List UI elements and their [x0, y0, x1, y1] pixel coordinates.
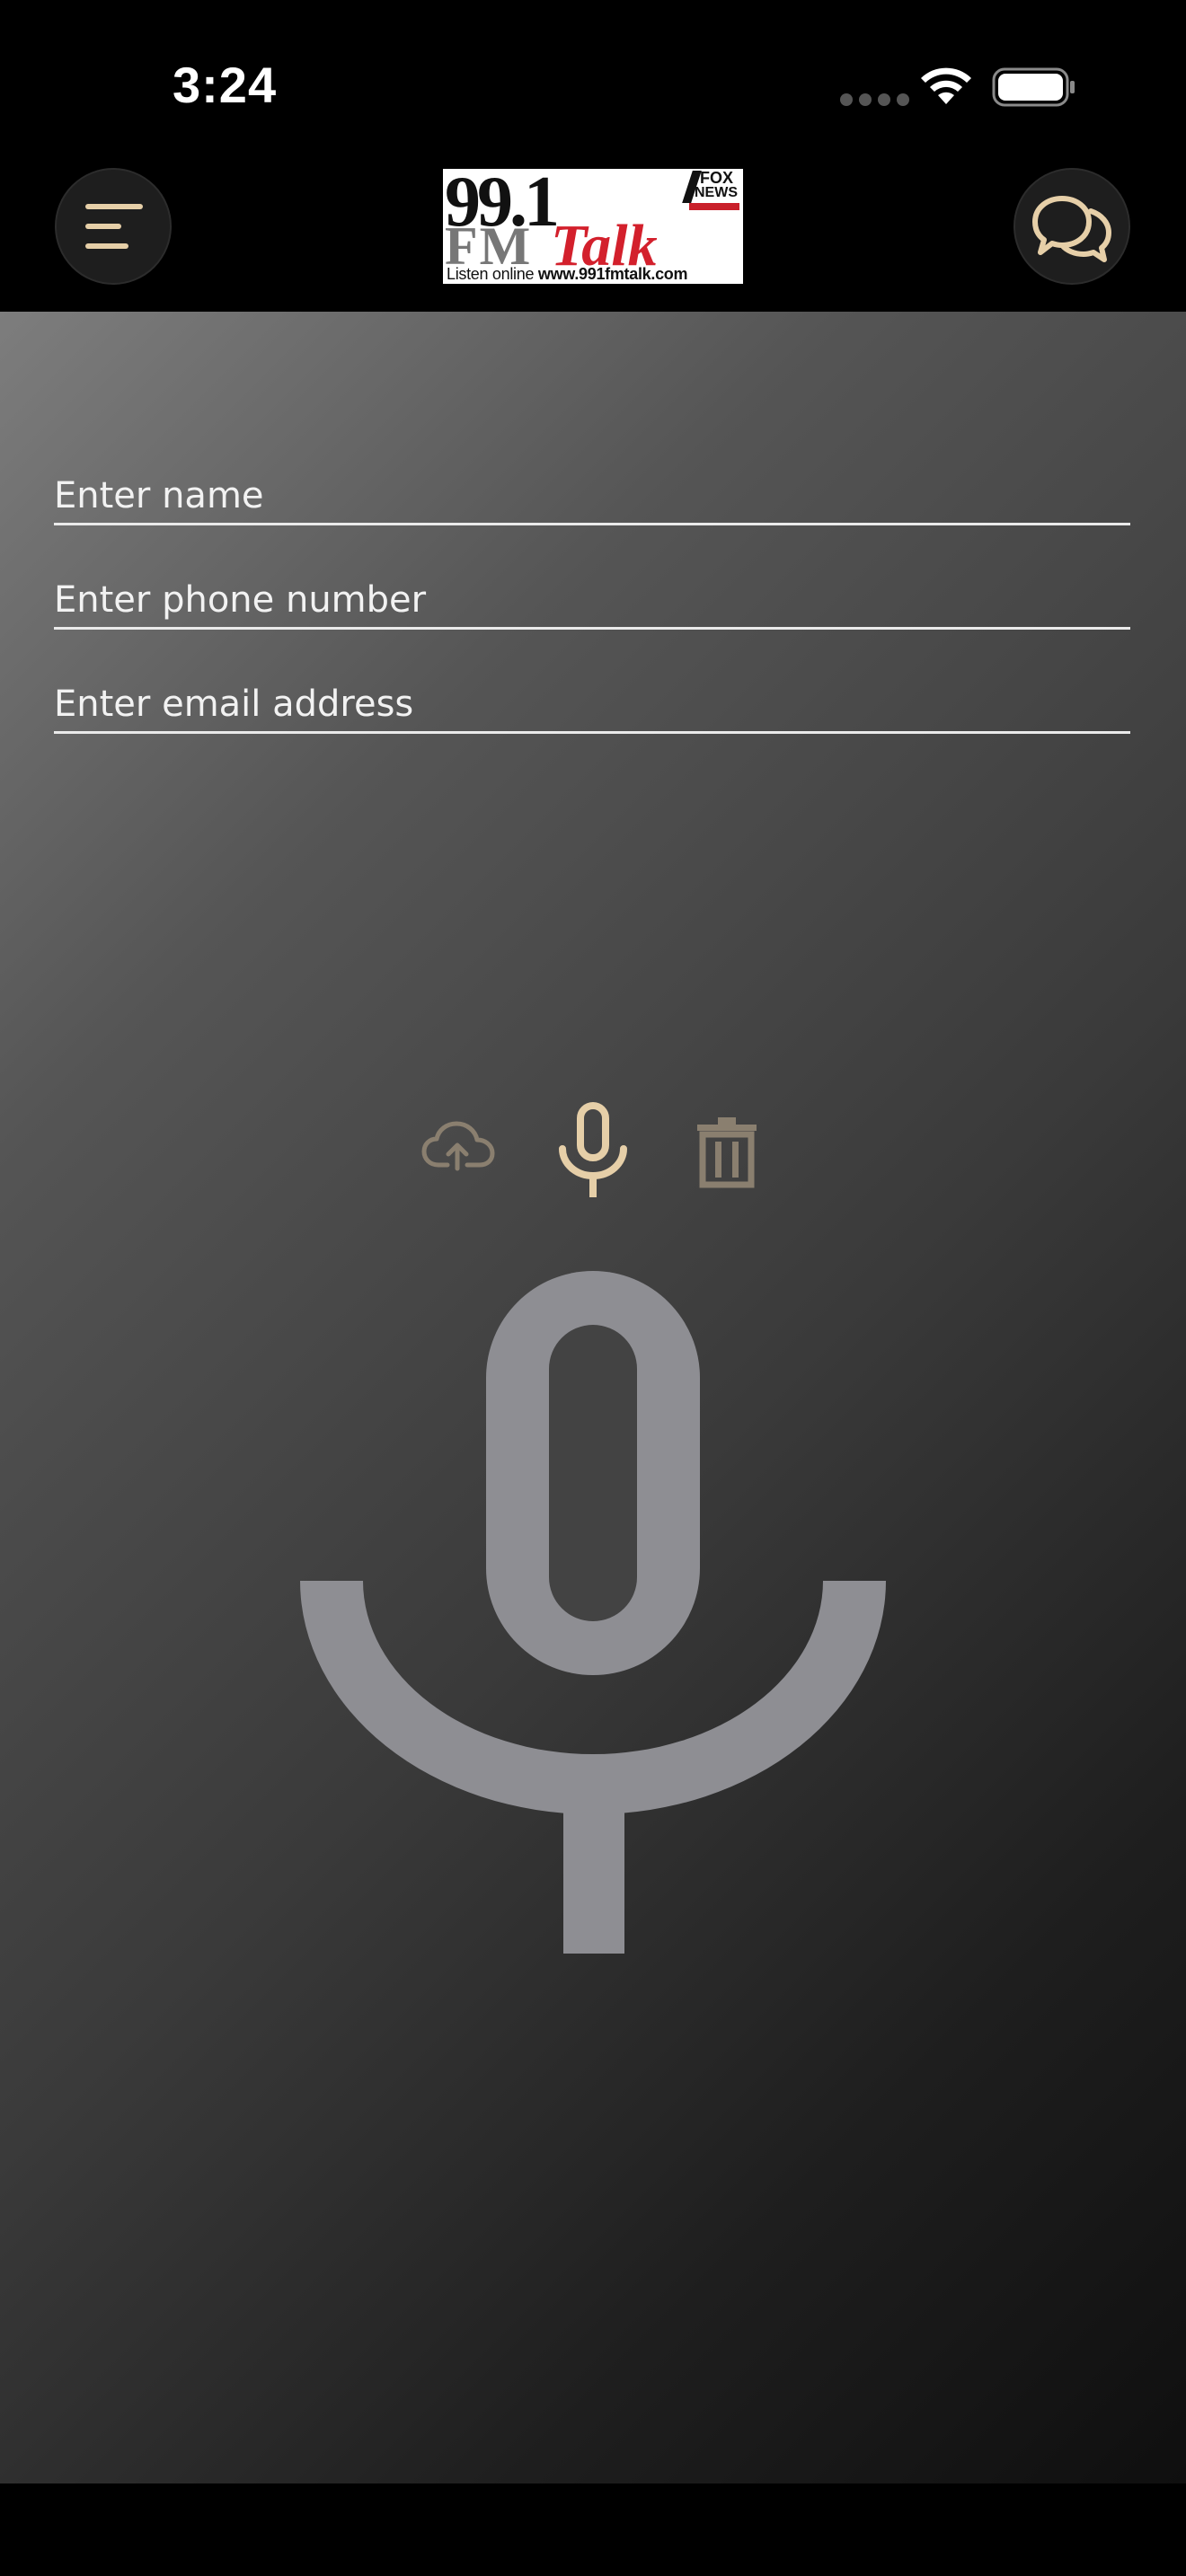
menu-icon	[85, 204, 143, 249]
menu-button[interactable]	[55, 168, 172, 285]
logo-url: Listen online www.991fmtalk.com	[447, 265, 688, 283]
recorder-screen	[0, 312, 1186, 2483]
app-header: 99.1 FM Talk FOX NEWS Listen online www.…	[0, 162, 1186, 312]
chat-bubbles-icon	[1032, 196, 1111, 262]
phone-field[interactable]	[54, 573, 1130, 630]
microphone-icon	[300, 1271, 886, 1954]
signal-dots-icon	[840, 93, 909, 106]
fox-news-logo: FOX NEWS	[682, 169, 741, 210]
name-field[interactable]	[54, 469, 1130, 525]
bottom-bar	[0, 2483, 1186, 2576]
record-button[interactable]	[555, 1102, 631, 1201]
status-time: 3:24	[173, 57, 278, 113]
status-bar: 3:24	[0, 0, 1186, 171]
station-logo: 99.1 FM Talk FOX NEWS Listen online www.…	[443, 169, 743, 284]
trash-icon[interactable]	[694, 1115, 760, 1188]
chat-button[interactable]	[1013, 168, 1130, 285]
battery-icon	[992, 67, 1075, 107]
wifi-icon	[921, 67, 971, 104]
cloud-upload-icon[interactable]	[420, 1120, 496, 1174]
email-field[interactable]	[54, 677, 1130, 734]
